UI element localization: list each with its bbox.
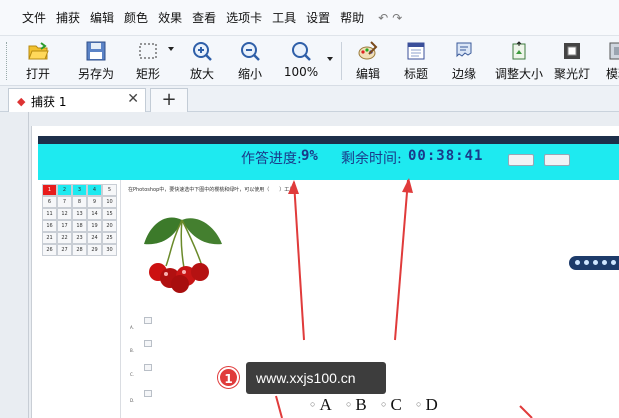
modified-diamond-icon: ◆ bbox=[17, 95, 26, 108]
annotation-number-badge: 1 bbox=[218, 367, 239, 388]
rectangle-capture-button[interactable]: 矩形 bbox=[126, 36, 170, 86]
folder-open-icon bbox=[28, 42, 49, 60]
menu-edit[interactable]: 编辑 bbox=[90, 9, 114, 26]
open-button[interactable]: 打开 bbox=[16, 36, 60, 86]
menu-file[interactable]: 文件 bbox=[22, 9, 46, 26]
zoom-in-label: 放大 bbox=[189, 67, 214, 81]
toolbar: 打开 另存为 矩形 放大 缩小 100% 编辑 标题 边缘 调整大小 聚光灯 模 bbox=[0, 36, 619, 86]
edit-label: 编辑 bbox=[355, 67, 380, 81]
floppy-disk-icon bbox=[86, 41, 106, 61]
screenshot-editor-window: 文件 捕获 编辑 颜色 效果 查看 选项卡 工具 设置 帮助 ↶ ↷ 打开 另存… bbox=[0, 0, 619, 418]
blur-label: 模糊 bbox=[605, 67, 619, 81]
save-as-label: 另存为 bbox=[77, 67, 114, 81]
menu-effects[interactable]: 效果 bbox=[158, 9, 182, 26]
chevron-down-icon bbox=[168, 47, 174, 51]
title-label: 标题 bbox=[403, 67, 428, 81]
menu-tabs[interactable]: 选项卡 bbox=[226, 9, 262, 26]
menu-view[interactable]: 查看 bbox=[192, 9, 216, 26]
resize-button[interactable]: 调整大小 bbox=[492, 36, 546, 86]
title-button[interactable]: 标题 bbox=[396, 36, 436, 86]
resize-label: 调整大小 bbox=[494, 67, 543, 81]
blur-icon bbox=[609, 42, 619, 60]
resize-image-icon bbox=[512, 41, 526, 60]
edge-button[interactable]: 边缘 bbox=[444, 36, 484, 86]
tab-label: 捕获 1 bbox=[31, 95, 67, 109]
toolbar-separator bbox=[341, 42, 342, 80]
rectangle-label: 矩形 bbox=[135, 67, 160, 81]
tab-bar: ◆ 捕获 1 ✕ + bbox=[0, 86, 619, 112]
magnifier-icon bbox=[292, 42, 311, 61]
zoom-out-button[interactable]: 缩小 bbox=[230, 36, 270, 86]
paint-palette-icon bbox=[358, 41, 378, 60]
answer-option-c[interactable]: C bbox=[390, 395, 401, 415]
menu-help[interactable]: 帮助 bbox=[340, 9, 364, 26]
answer-option-d[interactable]: D bbox=[425, 395, 437, 415]
undo-icon[interactable]: ↶ bbox=[378, 11, 388, 25]
radio-a[interactable]: ○ bbox=[310, 399, 315, 409]
zoom-in-button[interactable]: 放大 bbox=[182, 36, 222, 86]
zoom-level-label: 100% bbox=[283, 65, 319, 79]
zoom-out-icon bbox=[241, 42, 260, 61]
close-icon[interactable]: ✕ bbox=[127, 91, 139, 107]
spotlight-label: 聚光灯 bbox=[553, 67, 590, 81]
menu-color[interactable]: 颜色 bbox=[124, 9, 148, 26]
new-tab-button[interactable]: + bbox=[150, 88, 188, 112]
radio-b[interactable]: ○ bbox=[346, 399, 351, 409]
radio-d[interactable]: ○ bbox=[416, 399, 421, 409]
menu-tools[interactable]: 工具 bbox=[272, 9, 296, 26]
zoom-in-icon bbox=[193, 42, 212, 61]
edit-button[interactable]: 编辑 bbox=[348, 36, 388, 86]
answer-option-b[interactable]: B bbox=[355, 395, 366, 415]
zoom-dropdown-arrow[interactable] bbox=[325, 36, 335, 86]
save-as-button[interactable]: 另存为 bbox=[72, 36, 120, 86]
blur-button[interactable]: 模糊 bbox=[598, 36, 619, 86]
spotlight-button[interactable]: 聚光灯 bbox=[550, 36, 594, 86]
answer-options-row: ○ A ○ B ○ C ○ D bbox=[310, 395, 448, 415]
redo-icon[interactable]: ↷ bbox=[392, 11, 402, 25]
chevron-down-icon bbox=[327, 57, 333, 61]
torn-edge-icon bbox=[456, 42, 472, 58]
zoom-level-button[interactable]: 100% bbox=[280, 36, 322, 86]
rectangle-select-icon bbox=[139, 43, 157, 59]
radio-c[interactable]: ○ bbox=[381, 399, 386, 409]
rectangle-dropdown-arrow[interactable] bbox=[166, 36, 176, 86]
url-watermark-badge: www.xxjs100.cn bbox=[246, 362, 386, 394]
menu-bar: 文件 捕获 编辑 颜色 效果 查看 选项卡 工具 设置 帮助 ↶ ↷ bbox=[0, 0, 619, 36]
tab-capture-1[interactable]: ◆ 捕获 1 ✕ bbox=[8, 88, 146, 112]
toolbar-grip[interactable] bbox=[6, 42, 9, 80]
open-label: 打开 bbox=[25, 67, 50, 81]
spotlight-icon bbox=[564, 43, 580, 59]
edge-label: 边缘 bbox=[451, 67, 476, 81]
menu-capture[interactable]: 捕获 bbox=[56, 9, 80, 26]
menu-settings[interactable]: 设置 bbox=[306, 9, 330, 26]
zoom-out-label: 缩小 bbox=[237, 67, 262, 81]
answer-option-a[interactable]: A bbox=[319, 395, 331, 415]
window-title-icon bbox=[407, 42, 425, 60]
